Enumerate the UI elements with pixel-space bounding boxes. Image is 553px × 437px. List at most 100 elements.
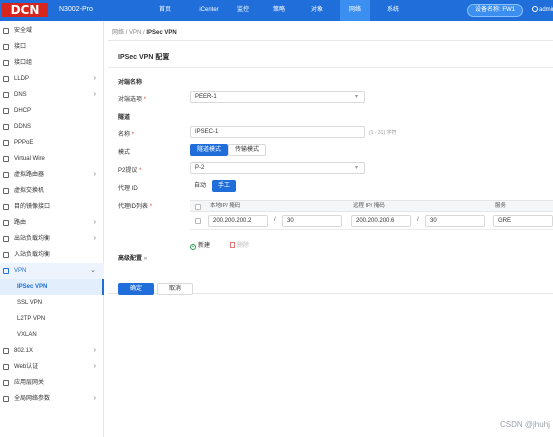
- sidebar-item-label: DHCP: [14, 108, 32, 114]
- row-checkbox[interactable]: [195, 218, 201, 224]
- interface-icon: [3, 44, 9, 50]
- divider: [108, 40, 553, 41]
- remote-mask-input[interactable]: 30: [425, 215, 485, 227]
- sidebar-item-virtual-router[interactable]: 虚拟路由器 ›: [0, 167, 104, 183]
- web-auth-icon: [3, 364, 9, 370]
- route-icon: [3, 220, 9, 226]
- delete-row-button[interactable]: 删除: [230, 240, 249, 249]
- sidebar-item-label: 接口: [14, 44, 27, 50]
- sidebar-item-label: Virtual Wire: [14, 156, 45, 162]
- sidebar-item-pppoe[interactable]: PPPoE: [0, 135, 104, 151]
- chevron-right-icon: ›: [93, 395, 96, 402]
- sidebar-item-dns[interactable]: DNS ›: [0, 87, 104, 103]
- sidebar-item-802-1x[interactable]: 802.1X ›: [0, 343, 104, 359]
- user-icon: [532, 6, 538, 12]
- nav-home[interactable]: 首页: [150, 0, 180, 21]
- ddns-icon: [3, 124, 9, 130]
- table-header: 本地IP/ 掩码 远程 IP/ 掩码 服务: [190, 200, 553, 212]
- nav-system[interactable]: 系统: [378, 0, 408, 21]
- select-all-checkbox[interactable]: [195, 204, 201, 210]
- watermark: CSDN @jhuhj: [500, 420, 550, 429]
- dns-icon: [3, 92, 9, 98]
- sidebar-item-security-zone[interactable]: 安全域: [0, 23, 104, 39]
- add-row-button[interactable]: + 新建: [190, 240, 210, 250]
- sidebar-item-ddns[interactable]: DDNS: [0, 119, 104, 135]
- sidebar-item-virtual-switch[interactable]: 虚拟交换机: [0, 183, 104, 199]
- sidebar-item-label: DNS: [14, 92, 27, 98]
- nav-network[interactable]: 网络: [340, 0, 370, 21]
- device-model: N3002-Pro: [59, 6, 93, 13]
- peer-label: 对端选项 *: [118, 97, 147, 103]
- sidebar-item-web-auth[interactable]: Web认证 ›: [0, 359, 104, 375]
- local-mask-input[interactable]: 30: [282, 215, 342, 227]
- sidebar-item-inbound-lb[interactable]: 入站负载均衡: [0, 247, 104, 263]
- nav-icenter[interactable]: iCenter: [192, 0, 226, 21]
- name-hint: (1 - 31) 字符: [369, 130, 397, 136]
- chevron-right-icon: ›: [93, 347, 96, 354]
- sidebar-item-outbound-lb[interactable]: 出站负载均衡 ›: [0, 231, 104, 247]
- sidebar-item-dhcp[interactable]: DHCP: [0, 103, 104, 119]
- advanced-label: 高级配置: [118, 256, 143, 262]
- sidebar-item-vxlan[interactable]: VXLAN: [0, 327, 104, 343]
- sidebar-item-label: 应用层网关: [14, 380, 45, 386]
- sidebar-item-l2tp-vpn[interactable]: L2TP VPN: [0, 311, 104, 327]
- virtual-switch-icon: [3, 188, 9, 194]
- cancel-button[interactable]: 取消: [157, 283, 193, 295]
- sidebar-item-vpn[interactable]: VPN ⌄: [0, 263, 104, 279]
- sidebar-item-label: L2TP VPN: [17, 316, 46, 322]
- mode-tunnel-button[interactable]: 隧道模式: [190, 144, 228, 156]
- chevron-right-icon: ›: [93, 91, 96, 98]
- sidebar-item-route[interactable]: 路由 ›: [0, 215, 104, 231]
- sidebar-item-mirror-interface[interactable]: 目的镜像接口: [0, 199, 104, 215]
- sidebar-item-interface[interactable]: 接口: [0, 39, 104, 55]
- page-title: IPSec VPN 配置: [118, 54, 170, 61]
- local-ip-input[interactable]: 200.200.200.2: [208, 215, 268, 227]
- name-input[interactable]: IPSEC-1: [190, 126, 365, 138]
- sidebar-item-alg[interactable]: 应用层网关: [0, 375, 104, 391]
- proxy-list-label: 代理ID列表 *: [118, 204, 153, 210]
- shield-icon: [3, 28, 9, 34]
- interface-group-icon: [3, 60, 9, 66]
- column-local-ip: 本地IP/ 掩码: [210, 203, 241, 209]
- slash-separator: /: [417, 217, 419, 223]
- advanced-toggle[interactable]: 高级配置 »: [118, 253, 147, 262]
- sidebar-item-global-params[interactable]: 全局网络参数 ›: [0, 391, 104, 407]
- chevron-right-icon: ›: [93, 75, 96, 82]
- device-name-badge[interactable]: 设备名称: FW1: [467, 4, 523, 17]
- p2-select[interactable]: P-2 ▾: [190, 162, 365, 174]
- nav-policy[interactable]: 策略: [264, 0, 294, 21]
- ok-button[interactable]: 确定: [118, 283, 154, 295]
- breadcrumb-current: IPSec VPN: [146, 30, 177, 36]
- lldp-icon: [3, 76, 9, 82]
- remote-ip-input[interactable]: 200.200.200.6: [351, 215, 411, 227]
- peer-select[interactable]: PEER-1 ▾: [190, 91, 365, 103]
- peer-label-text: 对端选项: [118, 97, 143, 103]
- trash-icon: [230, 242, 235, 248]
- proxy-auto-button[interactable]: 自动: [190, 180, 210, 192]
- mode-transport-button[interactable]: 传输模式: [228, 144, 266, 156]
- nav-object[interactable]: 对象: [302, 0, 332, 21]
- sidebar-item-ssl-vpn[interactable]: SSL VPN: [0, 295, 104, 311]
- sidebar-item-virtual-wire[interactable]: Virtual Wire: [0, 151, 104, 167]
- name-label: 名称 *: [118, 132, 135, 138]
- section-peer-title: 对端名称: [118, 80, 143, 86]
- sidebar-item-ipsec-vpn[interactable]: IPSec VPN: [0, 279, 104, 295]
- proxy-manual-button[interactable]: 手工: [212, 180, 236, 192]
- logo: DCN: [2, 3, 48, 17]
- global-params-icon: [3, 396, 9, 402]
- delete-row-label: 删除: [237, 243, 250, 249]
- table-row: 200.200.200.2 / 30 200.200.200.6 / 30 GR…: [190, 212, 553, 230]
- sidebar: 安全域 接口 接口组 LLDP › DNS › DHCP DDNS PPPoE Vi…: [0, 21, 104, 437]
- nav-monitor[interactable]: 监控: [228, 0, 258, 21]
- proxy-id-label: 代理 ID: [118, 186, 138, 192]
- chevron-right-icon: ›: [93, 171, 96, 178]
- service-input[interactable]: GRE: [493, 215, 553, 227]
- user-menu[interactable]: admin: [532, 6, 553, 13]
- peer-select-value: PEER-1: [195, 94, 217, 100]
- inbound-lb-icon: [3, 252, 9, 258]
- alg-icon: [3, 380, 9, 386]
- sidebar-item-lldp[interactable]: LLDP ›: [0, 71, 104, 87]
- pppoe-icon: [3, 140, 9, 146]
- p2-label-text: P2提议: [118, 168, 138, 174]
- sidebar-item-interface-group[interactable]: 接口组: [0, 55, 104, 71]
